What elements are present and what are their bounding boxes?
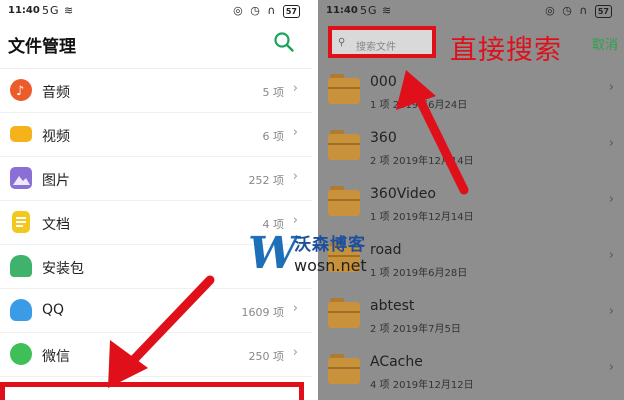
wechat-icon: [10, 343, 32, 365]
category-qq[interactable]: QQ 1609 项 ›: [0, 289, 312, 333]
highlight-box: [0, 382, 304, 400]
svg-text:♪: ♪: [16, 84, 24, 99]
android-icon: [10, 255, 32, 277]
chevron-right-icon: ›: [292, 169, 298, 184]
search-screen: 11:40 5G ≋ ◎ ◷ ∩ 57 ⚲ 搜索文件 直接搜索 取消 000 1…: [318, 0, 624, 400]
folder-name: abtest: [370, 298, 415, 314]
category-label: 视频: [42, 129, 70, 145]
list-item[interactable]: 360Video 1 项 2019年12月14日 ›: [318, 176, 624, 232]
system-icons: ◎ ◷ ∩: [545, 4, 590, 17]
app-header: 文件管理: [0, 26, 312, 62]
category-count: 6 项: [262, 130, 285, 143]
watermark-url: wosn.net: [294, 256, 367, 275]
folder-meta: 2 项 2019年12月14日: [370, 156, 474, 167]
category-wechat[interactable]: 微信 250 项 ›: [0, 333, 312, 377]
music-icon: ♪: [10, 79, 32, 101]
category-label: QQ: [42, 302, 65, 318]
chevron-right-icon: ›: [292, 81, 298, 96]
chevron-right-icon: ›: [608, 248, 614, 263]
folder-meta: 2 项 2019年7月5日: [370, 324, 461, 335]
watermark-logo: W 沃森博客 wosn.net: [248, 226, 398, 286]
search-placeholder: 搜索文件: [356, 42, 396, 53]
qq-icon: [10, 299, 32, 321]
category-label: 图片: [42, 173, 70, 189]
status-icons: ◎ ◷ ∩ 57: [545, 4, 612, 18]
search-input[interactable]: ⚲ 搜索文件: [328, 26, 436, 58]
search-icon: ⚲: [338, 37, 346, 48]
file-manager-home: 11:40 5G ≋ ◎ ◷ ∩ 57 文件管理 ♪ 音频 5 项 › 视频 6…: [0, 0, 312, 400]
category-audio[interactable]: ♪ 音频 5 项 ›: [0, 69, 312, 113]
folder-meta: 4 项 2019年12月12日: [370, 380, 474, 391]
category-label: 文档: [42, 217, 70, 233]
category-count: 252 项: [248, 174, 285, 187]
category-images[interactable]: 图片 252 项 ›: [0, 157, 312, 201]
category-count: 1609 项: [241, 306, 285, 319]
search-header: ⚲ 搜索文件 直接搜索 取消: [318, 20, 624, 68]
folder-icon: [328, 354, 360, 384]
folder-meta: 1 项 2019年6月24日: [370, 100, 468, 111]
category-label: 安装包: [42, 261, 84, 277]
folder-icon: [328, 186, 360, 216]
video-icon: [10, 126, 32, 142]
list-item[interactable]: 360 2 项 2019年12月14日 ›: [318, 120, 624, 176]
folder-icon: [328, 298, 360, 328]
folder-meta: 1 项 2019年12月14日: [370, 212, 474, 223]
search-icon[interactable]: [272, 30, 296, 54]
folder-name: 000: [370, 74, 397, 90]
category-list: ♪ 音频 5 项 › 视频 6 项 › 图片 252 项 › 文档 4 项 › …: [0, 68, 312, 377]
chevron-right-icon: ›: [292, 301, 298, 316]
folder-icon: [328, 74, 360, 104]
battery-icon: 57: [282, 5, 300, 18]
chevron-right-icon: ›: [608, 304, 614, 319]
system-icons: ◎ ◷ ∩: [233, 4, 278, 17]
category-count: 5 项: [262, 86, 285, 99]
list-item[interactable]: ACache 4 项 2019年12月12日 ›: [318, 344, 624, 400]
watermark-mark: W: [248, 228, 298, 279]
document-icon: [12, 211, 30, 233]
annotation-label: 直接搜索: [450, 35, 562, 66]
folder-name: 360Video: [370, 186, 436, 202]
image-icon: [10, 167, 32, 189]
list-item[interactable]: 000 1 项 2019年6月24日 ›: [318, 64, 624, 120]
signal-wifi-icon: 5G ≋: [42, 4, 75, 17]
category-video[interactable]: 视频 6 项 ›: [0, 113, 312, 157]
chevron-right-icon: ›: [292, 125, 298, 140]
page-title: 文件管理: [8, 37, 76, 57]
cancel-button[interactable]: 取消: [592, 34, 618, 53]
folder-name: 360: [370, 130, 397, 146]
chevron-right-icon: ›: [608, 360, 614, 375]
category-count: 250 项: [248, 350, 285, 363]
list-item[interactable]: abtest 2 项 2019年7月5日 ›: [318, 288, 624, 344]
category-label: 微信: [42, 349, 70, 365]
battery-icon: 57: [594, 5, 612, 18]
chevron-right-icon: ›: [608, 192, 614, 207]
folder-name: ACache: [370, 354, 423, 370]
watermark-brand: 沃森博客: [294, 235, 366, 255]
status-bar: 11:40 5G ≋ ◎ ◷ ∩ 57: [0, 0, 312, 24]
category-label: 音频: [42, 85, 70, 101]
status-time: 11:40: [326, 5, 358, 16]
signal-wifi-icon: 5G ≋: [360, 4, 393, 17]
chevron-right-icon: ›: [608, 80, 614, 95]
status-icons: ◎ ◷ ∩ 57: [233, 4, 300, 18]
status-time: 11:40: [8, 5, 40, 16]
chevron-right-icon: ›: [608, 136, 614, 151]
chevron-right-icon: ›: [292, 345, 298, 360]
folder-icon: [328, 130, 360, 160]
